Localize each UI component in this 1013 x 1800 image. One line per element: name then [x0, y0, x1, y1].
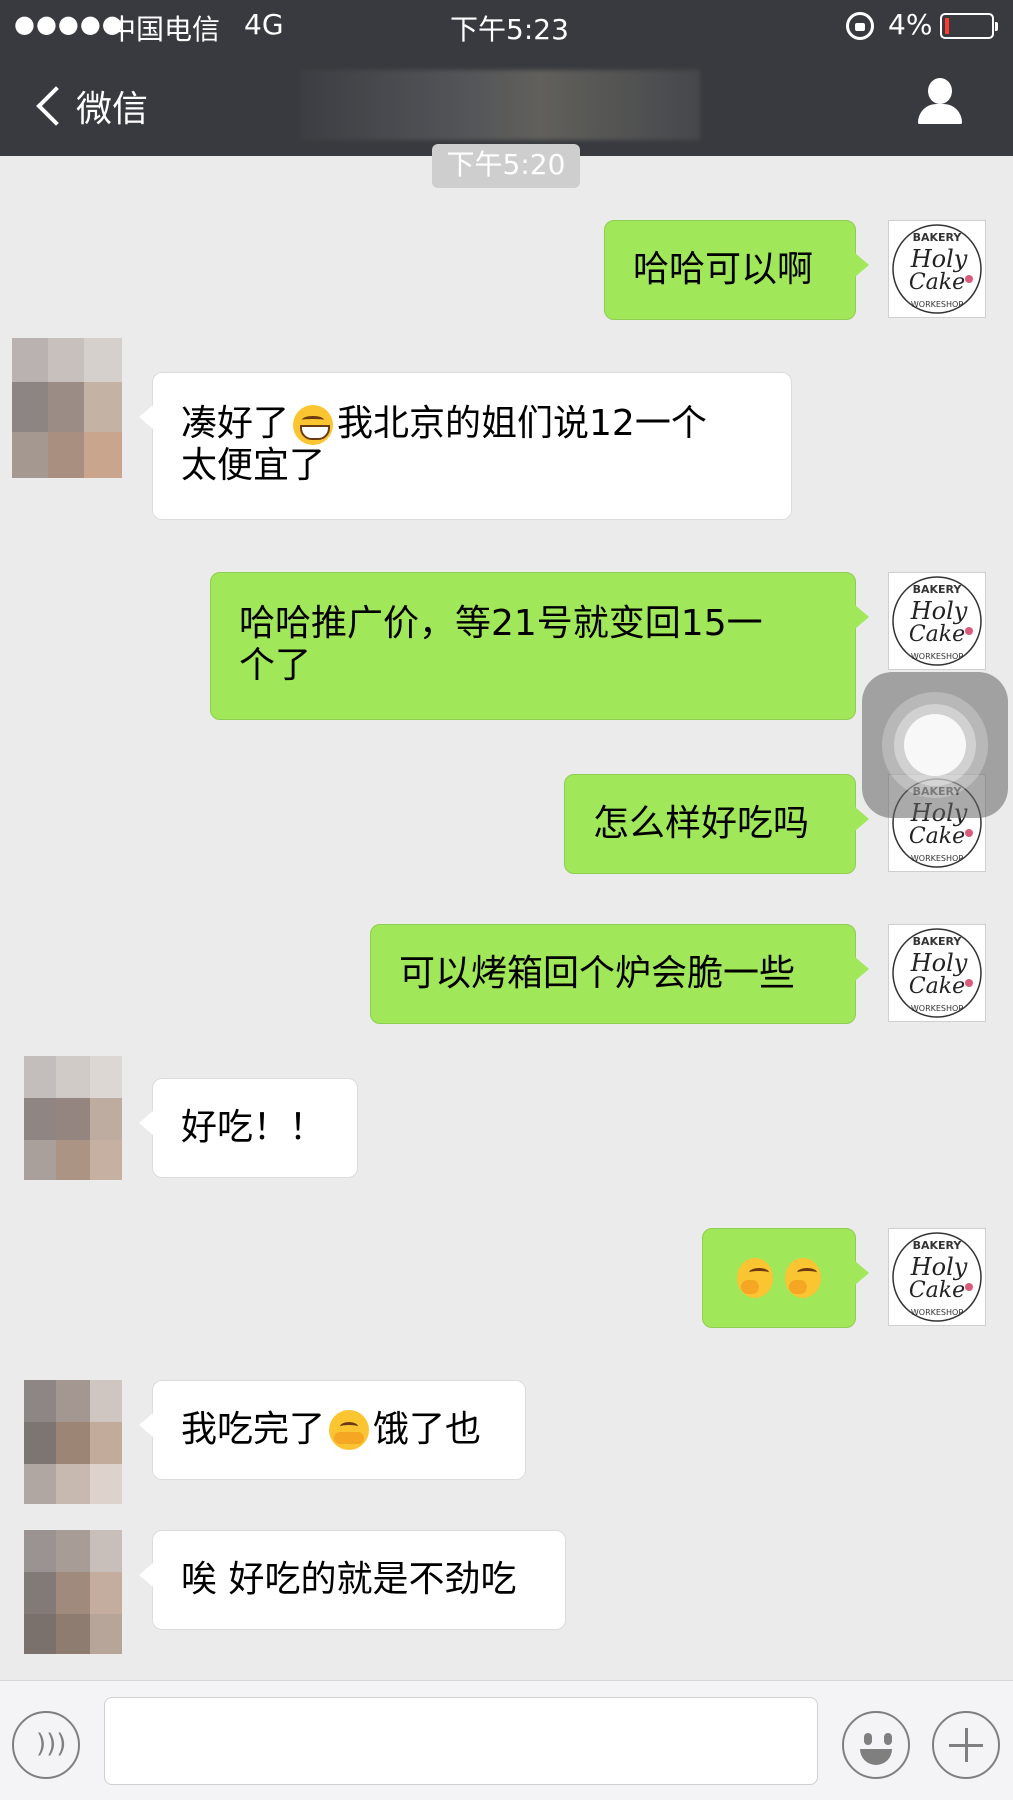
voice-icon: ))) [36, 1729, 67, 1759]
svg-text:BAKERY: BAKERY [913, 231, 963, 244]
svg-text:Cake: Cake [909, 974, 965, 999]
svg-text:WORKESHOP: WORKESHOP [911, 854, 963, 863]
assistive-touch-button[interactable] [862, 672, 1008, 818]
hugging-face-icon [329, 1410, 370, 1450]
status-time: 下午5:23 [450, 13, 569, 46]
thinking-face-icon [737, 1258, 773, 1298]
message-text: 好吃！！ [181, 1107, 326, 1148]
chat-title-obscured [300, 70, 700, 140]
svg-text:Holy: Holy [910, 245, 968, 273]
message-input[interactable] [104, 1697, 818, 1785]
battery-icon [940, 13, 998, 39]
smiley-icon [864, 1733, 872, 1745]
svg-text:BAKERY: BAKERY [913, 935, 963, 948]
status-bar: ●●●●● 中国电信 4G 下午5:23 4% [0, 0, 1013, 52]
message-text-line2: 个了 [239, 645, 312, 686]
sent-message-bubble[interactable] [702, 1228, 869, 1328]
svg-text:WORKESHOP: WORKESHOP [911, 1004, 963, 1013]
input-bar: ))) [0, 1680, 1013, 1800]
contact-avatar[interactable] [24, 1056, 122, 1180]
self-avatar[interactable]: BAKERY Holy Cake WORKESHOP [888, 220, 986, 318]
received-message-bubble[interactable]: 我吃完了 饿了也 [139, 1380, 526, 1480]
self-avatar[interactable]: BAKERY Holy Cake WORKESHOP [888, 924, 986, 1022]
self-avatar[interactable]: BAKERY Holy Cake WORKESHOP [888, 572, 986, 670]
holy-cake-logo-icon: BAKERY Holy Cake WORKESHOP [892, 1232, 982, 1322]
person-icon [928, 78, 952, 104]
message-text: 可以烤箱回个炉会脆一些 [399, 953, 796, 994]
svg-text:WORKESHOP: WORKESHOP [911, 652, 963, 661]
message-text: 哈哈可以啊 [633, 249, 814, 290]
sent-message-bubble[interactable]: 哈哈推广价，等21号就变回15一 个了 [210, 572, 869, 720]
svg-text:BAKERY: BAKERY [913, 1239, 963, 1252]
battery-percent: 4% [888, 8, 933, 41]
sent-message-bubble[interactable]: 怎么样好吃吗 [564, 774, 869, 874]
chevron-left-icon [36, 86, 76, 126]
message-text: 我北京的姐们说12一个 [337, 403, 707, 444]
message-text: 我吃完了 [181, 1409, 326, 1450]
received-message-bubble[interactable]: 凑好了 我北京的姐们说12一个 太便宜了 [139, 372, 792, 520]
message-text: 怎么样好吃吗 [593, 803, 810, 844]
received-message-bubble[interactable]: 唉 好吃的就是不劲吃 [139, 1530, 566, 1630]
holy-cake-logo-icon: BAKERY Holy Cake WORKESHOP [892, 928, 982, 1018]
top-bar: ●●●●● 中国电信 4G 下午5:23 4% 微信 [0, 0, 1013, 156]
svg-text:WORKESHOP: WORKESHOP [911, 1308, 963, 1317]
contact-avatar[interactable] [24, 1380, 122, 1504]
svg-text:WORKESHOP: WORKESHOP [911, 300, 963, 309]
contact-avatar[interactable] [12, 338, 122, 478]
svg-text:Cake: Cake [909, 1278, 965, 1303]
sent-message-bubble[interactable]: 可以烤箱回个炉会脆一些 [370, 924, 869, 1024]
thinking-face-icon [785, 1258, 821, 1298]
svg-text:Holy: Holy [910, 949, 968, 977]
self-avatar[interactable]: BAKERY Holy Cake WORKESHOP [888, 1228, 986, 1326]
message-timestamp: 下午5:20 [432, 144, 580, 188]
back-label: 微信 [76, 89, 149, 130]
received-message-bubble[interactable]: 好吃！！ [139, 1078, 358, 1178]
svg-text:BAKERY: BAKERY [913, 583, 963, 596]
message-text: 哈哈推广价，等21号就变回15一 [239, 603, 763, 644]
back-button[interactable]: 微信 [30, 76, 148, 136]
carrier-name: 中国电信 [108, 13, 221, 46]
svg-text:Cake: Cake [909, 622, 965, 647]
svg-text:Cake: Cake [909, 824, 965, 849]
more-options-button[interactable] [932, 1711, 1000, 1779]
voice-input-button[interactable]: ))) [12, 1711, 80, 1779]
holy-cake-logo-icon: BAKERY Holy Cake WORKESHOP [892, 576, 982, 666]
emoji-button[interactable] [842, 1711, 910, 1779]
message-text-line2: 太便宜了 [181, 445, 326, 486]
holy-cake-logo-icon: BAKERY Holy Cake WORKESHOP [892, 224, 982, 314]
grinning-face-icon [293, 405, 334, 445]
network-type: 4G [244, 8, 284, 41]
chat-info-button[interactable] [914, 78, 966, 130]
contact-avatar[interactable] [24, 1530, 122, 1654]
rotation-lock-icon [846, 12, 874, 40]
message-text: 唉 好吃的就是不劲吃 [181, 1559, 517, 1600]
svg-text:Cake: Cake [909, 270, 965, 295]
message-text: 饿了也 [373, 1409, 482, 1450]
svg-text:Holy: Holy [910, 597, 968, 625]
svg-text:Holy: Holy [910, 1253, 968, 1281]
message-text: 凑好了 [181, 403, 290, 444]
sent-message-bubble[interactable]: 哈哈可以啊 [604, 220, 869, 320]
